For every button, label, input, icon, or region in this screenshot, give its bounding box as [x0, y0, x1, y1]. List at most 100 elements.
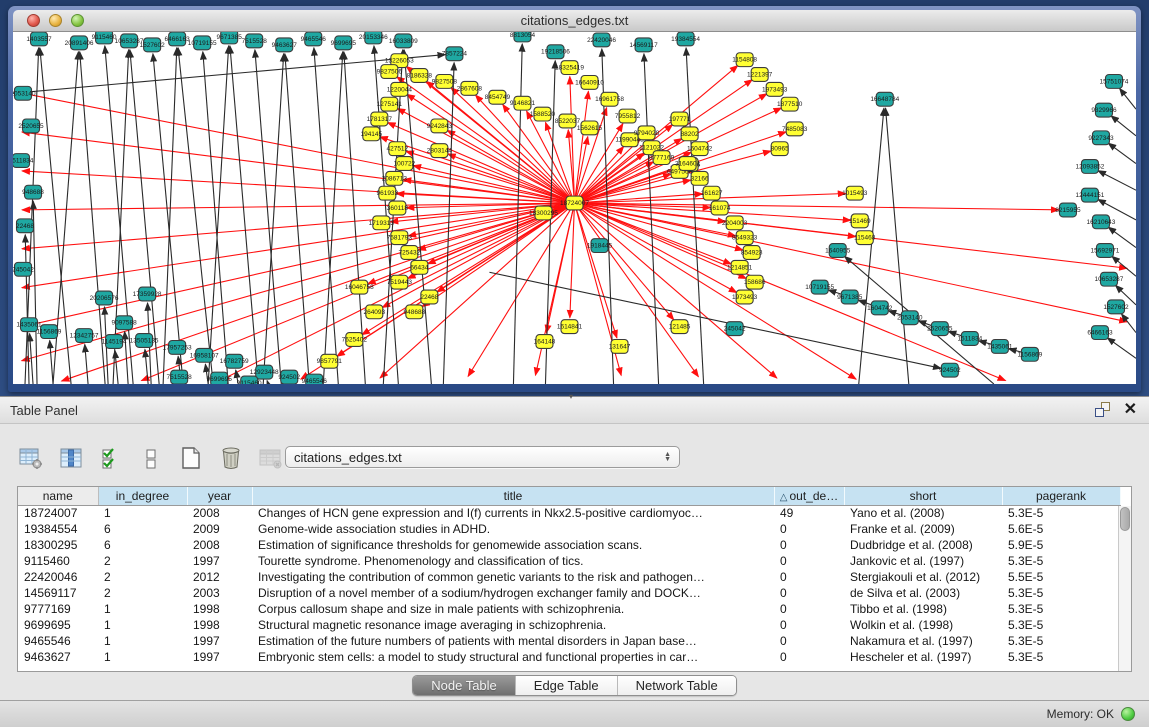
graph-node[interactable]: 7625402: [342, 333, 368, 347]
table-cell[interactable]: Stergiakouli et al. (2012): [844, 569, 1002, 585]
citation-edge-red[interactable]: [380, 203, 575, 378]
table-cell[interactable]: 6: [98, 521, 187, 537]
citation-edge-black[interactable]: [115, 350, 118, 384]
table-cell[interactable]: Estimation of the future numbers of pati…: [252, 633, 774, 649]
citation-edge-black[interactable]: [255, 50, 281, 384]
graph-node[interactable]: 115468: [854, 231, 876, 245]
graph-node[interactable]: 8186328: [407, 69, 433, 83]
graph-node[interactable]: 197771: [669, 112, 691, 126]
memory-ok-indicator[interactable]: [1121, 707, 1135, 721]
table-cell[interactable]: 2008: [187, 537, 252, 553]
graph-node[interactable]: 16640910: [575, 76, 604, 90]
graph-node[interactable]: 6466163: [1087, 326, 1113, 340]
citation-edge-black[interactable]: [489, 272, 941, 368]
table-cell[interactable]: 2008: [187, 505, 252, 521]
citation-edge-black[interactable]: [85, 344, 88, 384]
graph-node[interactable]: 16210643: [1087, 215, 1116, 229]
graph-node[interactable]: 1214851: [727, 260, 753, 274]
table-cell[interactable]: Embryonic stem cells: a model to study s…: [252, 649, 774, 665]
table-cell[interactable]: 5.3E-5: [1002, 633, 1120, 649]
citation-edge-black[interactable]: [285, 54, 309, 384]
table-cell[interactable]: 5.5E-5: [1002, 569, 1120, 585]
graph-node[interactable]: 8549323: [732, 231, 758, 245]
table-cell[interactable]: 5.3E-5: [1002, 601, 1120, 617]
table-cell[interactable]: 2012: [187, 569, 252, 585]
graph-node[interactable]: 7519443: [387, 275, 413, 289]
citation-edge-red[interactable]: [575, 203, 1059, 210]
graph-node[interactable]: 1640955: [825, 244, 851, 258]
table-cell[interactable]: 2: [98, 569, 187, 585]
graph-node[interactable]: 7857224: [442, 47, 468, 61]
graph-node[interactable]: 20153346: [359, 32, 388, 44]
graph-node[interactable]: 18325419: [555, 61, 584, 75]
citation-edge-black[interactable]: [113, 50, 129, 384]
table-cell[interactable]: 1: [98, 505, 187, 521]
graph-node[interactable]: 427512: [387, 142, 409, 156]
graph-node[interactable]: 1604742: [687, 142, 713, 156]
citation-edge-black[interactable]: [208, 46, 228, 384]
graph-node[interactable]: 7581793: [387, 231, 413, 245]
graph-node[interactable]: 6466163: [165, 32, 191, 46]
graph-node[interactable]: 19218506: [541, 45, 570, 59]
citation-edge-black[interactable]: [1111, 116, 1136, 136]
table-cell[interactable]: 1: [98, 617, 187, 633]
table-cell[interactable]: Changes of HCN gene expression and I(f) …: [252, 505, 774, 521]
graph-node[interactable]: 9115460: [92, 32, 117, 44]
graph-node[interactable]: 2204003: [722, 216, 748, 230]
graph-node[interactable]: 245042: [13, 262, 34, 276]
graph-node[interactable]: 2867608: [457, 81, 483, 95]
graph-node[interactable]: 10653287: [1095, 272, 1124, 286]
table-cell[interactable]: 9115460: [18, 553, 98, 569]
table-cell[interactable]: 18724007: [18, 505, 98, 521]
network-canvas-area[interactable]: 1403557208914069115460106532871527602646…: [13, 32, 1136, 384]
graph-node[interactable]: 924502: [278, 370, 300, 384]
tab-network-table[interactable]: Network Table: [618, 676, 736, 695]
graph-node[interactable]: 15692971: [1091, 244, 1120, 258]
table-row[interactable]: 977716911998Corpus callosum shape and si…: [18, 601, 1120, 617]
graph-node[interactable]: 8215955: [1055, 203, 1081, 217]
table-cell[interactable]: 9465546: [18, 633, 98, 649]
table-row[interactable]: 1938455462009Genome-wide association stu…: [18, 521, 1120, 537]
column-visibility-button[interactable]: [58, 445, 84, 471]
citation-edge-black[interactable]: [163, 48, 177, 384]
table-cell[interactable]: 1997: [187, 649, 252, 665]
graph-node[interactable]: 100722: [394, 157, 416, 171]
graph-node[interactable]: 1973493: [762, 82, 788, 96]
graph-node[interactable]: 1527602: [139, 38, 165, 52]
table-cell[interactable]: Yano et al. (2008): [844, 505, 1002, 521]
float-panel-icon[interactable]: [1095, 402, 1110, 417]
graph-node[interactable]: 9671385: [217, 32, 243, 44]
table-cell[interactable]: 2003: [187, 585, 252, 601]
table-cell[interactable]: 2: [98, 585, 187, 601]
graph-node[interactable]: 725432: [399, 246, 421, 260]
graph-node[interactable]: 15751074: [1100, 75, 1129, 89]
table-cell[interactable]: 5.3E-5: [1002, 553, 1120, 569]
graph-node[interactable]: 9227343: [1088, 131, 1114, 145]
graph-node[interactable]: 948688: [404, 305, 426, 319]
graph-node[interactable]: 854923: [741, 246, 763, 260]
select-all-rows-button[interactable]: [98, 445, 124, 471]
graph-node[interactable]: 14569117: [629, 38, 658, 52]
table-cell[interactable]: 1997: [187, 633, 252, 649]
close-panel-icon[interactable]: ✕: [1124, 402, 1137, 417]
graph-node[interactable]: 1403557: [26, 32, 52, 46]
splitter-handle[interactable]: ▾: [566, 393, 576, 400]
table-cell[interactable]: 0: [774, 633, 844, 649]
graph-node[interactable]: 131647: [609, 340, 631, 354]
graph-node[interactable]: 80965: [771, 142, 789, 156]
graph-node[interactable]: 9465546: [301, 32, 327, 46]
table-row[interactable]: 946362711997Embryonic stem cells: a mode…: [18, 649, 1120, 665]
graph-node[interactable]: 1156869: [37, 325, 62, 339]
table-cell[interactable]: 2: [98, 553, 187, 569]
table-cell[interactable]: 1: [98, 601, 187, 617]
graph-node[interactable]: 245042: [724, 322, 746, 336]
table-cell[interactable]: 2009: [187, 521, 252, 537]
graph-node[interactable]: 9146821: [510, 96, 536, 110]
table-row[interactable]: 2242004622012Investigating the contribut…: [18, 569, 1120, 585]
table-cell[interactable]: Corpus callosum shape and size in male p…: [252, 601, 774, 617]
graph-node[interactable]: 1877510: [777, 97, 803, 111]
graph-node[interactable]: 2520655: [18, 119, 44, 133]
citation-edge-black[interactable]: [203, 52, 228, 384]
graph-node[interactable]: 1435061: [987, 340, 1013, 354]
graph-node[interactable]: 194145: [360, 127, 382, 141]
